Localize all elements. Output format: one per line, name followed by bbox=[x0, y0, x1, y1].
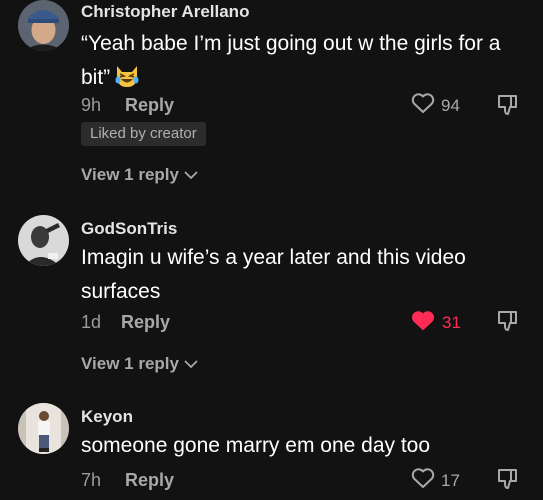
comment-time: 9h bbox=[81, 95, 102, 115]
reply-button[interactable]: Reply bbox=[125, 95, 174, 116]
like-count: 31 bbox=[442, 313, 461, 332]
chevron-down-icon bbox=[179, 165, 198, 185]
comment-text: “Yeah babe I’m just going out w the girl… bbox=[81, 27, 521, 99]
thumbs-down-icon bbox=[496, 95, 520, 121]
comment-time: 7h bbox=[81, 470, 102, 490]
reply-button[interactable]: Reply bbox=[121, 312, 170, 333]
chevron-down-icon bbox=[179, 354, 198, 374]
heart-filled-icon bbox=[410, 309, 436, 337]
thumbs-down-icon bbox=[496, 469, 520, 495]
dislike-button[interactable] bbox=[496, 93, 520, 122]
thumbs-down-icon bbox=[496, 311, 520, 337]
heart-outline-icon bbox=[411, 92, 435, 119]
comment-text: someone gone marry em one day too bbox=[81, 434, 431, 457]
comment-time: 1d bbox=[81, 312, 102, 332]
comment-username[interactable]: GodSonTris bbox=[81, 219, 177, 239]
view-replies-label: View 1 reply bbox=[81, 354, 179, 373]
comment-username[interactable]: Keyon bbox=[81, 407, 133, 427]
like-button[interactable]: 31 bbox=[410, 309, 461, 337]
comment-text: Imagin u wife’s a year later and this vi… bbox=[81, 246, 466, 303]
avatar[interactable] bbox=[18, 0, 69, 51]
liked-by-creator-badge: Liked by creator bbox=[81, 122, 206, 146]
avatar[interactable] bbox=[18, 215, 69, 266]
avatar[interactable] bbox=[18, 403, 69, 454]
dislike-button[interactable] bbox=[496, 309, 520, 338]
comment-text-content: “Yeah babe I’m just going out w the girl… bbox=[81, 32, 501, 89]
like-button[interactable]: 17 bbox=[411, 467, 460, 494]
view-replies-button[interactable]: View 1 reply bbox=[81, 354, 198, 374]
like-count: 94 bbox=[441, 95, 460, 115]
like-count: 17 bbox=[441, 470, 460, 490]
view-replies-button[interactable]: View 1 reply bbox=[81, 165, 198, 185]
reply-button[interactable]: Reply bbox=[125, 470, 174, 491]
view-replies-label: View 1 reply bbox=[81, 165, 179, 184]
dislike-button[interactable] bbox=[496, 467, 520, 496]
laughing-tears-cat-emoji-icon bbox=[114, 64, 140, 99]
like-button[interactable]: 94 bbox=[411, 92, 460, 119]
comment-username[interactable]: Christopher Arellano bbox=[81, 2, 249, 22]
heart-outline-icon bbox=[411, 467, 435, 494]
